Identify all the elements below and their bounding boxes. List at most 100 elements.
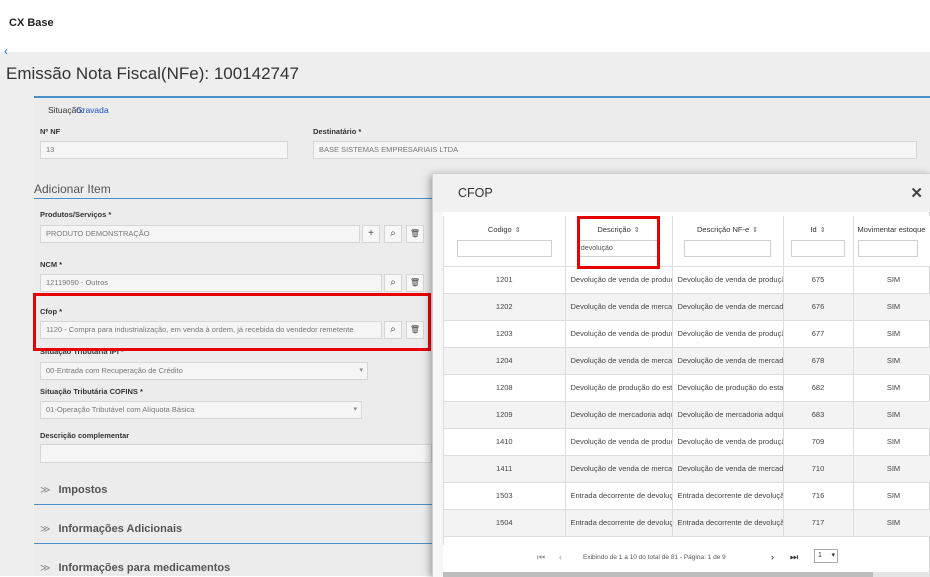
page-select[interactable]: 1 ▾ [814, 549, 838, 563]
section-informacoes-label: Informações Adicionais [58, 523, 183, 535]
adicionar-item-divider [34, 198, 432, 199]
descricao-field[interactable] [40, 444, 432, 463]
pager: ⏮ ‹ Exibindo de 1 a 10 do total de 81 - … [433, 543, 930, 573]
filter-codigo-input[interactable] [456, 240, 552, 257]
chevron-down-icon: ▾ [831, 552, 835, 559]
table-cell: 717 [783, 509, 854, 537]
table-cell: Devolução de venda de produção do estabe… [672, 266, 784, 294]
produtos-field[interactable]: PRODUTO DEMONSTRAÇÃO [40, 225, 360, 243]
table-cell: 677 [783, 320, 854, 348]
ncm-search-icon[interactable]: ⌕ [384, 274, 402, 292]
cfop-search-icon[interactable]: ⌕ [384, 321, 402, 339]
modal-title: CFOP [458, 186, 493, 200]
ipi-value: 00-Entrada com Recuperação de Crédito [46, 366, 183, 375]
table-cell: Devolução de mercadoria adquirida [565, 401, 673, 429]
table-cell: Devolução de venda de mercadoria adquiri… [672, 455, 784, 483]
app-header: CX Base [0, 0, 930, 52]
table-cell: SIM [853, 293, 930, 321]
filter-estoque-input[interactable] [857, 240, 918, 257]
section-informacoes-adicionais[interactable]: ≫ Informações Adicionais [40, 523, 182, 535]
destinatario-field[interactable]: BASE SISTEMAS EMPRESARIAIS LTDA [313, 141, 917, 159]
page-title: Emissão Nota Fiscal(NFe): 100142747 [6, 64, 299, 83]
last-page-icon[interactable]: ⏭ [790, 552, 798, 563]
table-cell: SIM [853, 509, 930, 537]
next-page-icon[interactable]: › [771, 552, 774, 562]
table-cell: SIM [853, 347, 930, 375]
close-icon[interactable]: ✕ [910, 184, 923, 202]
ncm-label: NCM * [40, 260, 63, 269]
chevron-double-down-icon: ≫ [40, 485, 51, 496]
table-cell: SIM [853, 320, 930, 348]
table-cell: 676 [783, 293, 854, 321]
table-row[interactable]: 1503Entrada decorrente de devolução de p… [444, 482, 930, 510]
ipi-label: Situação Tributária IPI * [40, 351, 124, 356]
table-row[interactable]: 1411Devolução de venda de mercadoria adq… [444, 455, 930, 483]
table-cell: Devolução de venda de mercadoria adquiri… [565, 293, 673, 321]
prev-page-icon[interactable]: ‹ [559, 552, 562, 562]
table-header-row: Codigo⇕ Descrição⇕ Descrição NF-e⇕ Id⇕ M… [444, 216, 930, 267]
cfop-modal: CFOP ✕ Codigo⇕ Descrição⇕ Descrição NF-e… [432, 173, 930, 577]
table-cell: 716 [783, 482, 854, 510]
table-cell: Devolução de venda de produção do estabe… [565, 266, 673, 294]
sort-icon[interactable]: ⇕ [634, 227, 640, 234]
table-cell: Entrada decorrente de devolução de produ… [565, 482, 673, 510]
product-search-icon[interactable]: ⌕ [384, 225, 402, 243]
col-movimentar-estoque[interactable]: Movimentar estoque [853, 216, 930, 267]
table-cell: SIM [853, 455, 930, 483]
table-cell: Devolução de venda de produção do estabe… [565, 320, 673, 348]
table-cell: 675 [783, 266, 854, 294]
sort-icon[interactable]: ⇕ [820, 227, 826, 234]
table-row[interactable]: 1202Devolução de venda de mercadoria adq… [444, 293, 930, 321]
chevron-double-down-icon: ≫ [40, 563, 51, 574]
table-cell: SIM [853, 401, 930, 429]
col-codigo[interactable]: Codigo ⇕ [444, 216, 566, 267]
table-cell: Devolução de venda de mercadoria adquiri… [565, 347, 673, 375]
cfop-trash-icon[interactable]: 🗑 [406, 321, 424, 339]
impostos-divider [34, 504, 432, 505]
sort-icon[interactable]: ⇕ [515, 227, 521, 234]
ncm-field[interactable]: 12119090 - Outros [40, 274, 382, 292]
product-trash-icon[interactable]: 🗑 [406, 225, 424, 243]
modal-header: CFOP ✕ [433, 174, 930, 212]
table-row[interactable]: 1203Devolução de venda de produção do es… [444, 320, 930, 348]
filter-descricao-nfe-input[interactable] [684, 240, 771, 257]
table-cell: 1411 [444, 455, 566, 483]
section-medicamentos[interactable]: ≫ Informações para medicamentos [40, 562, 230, 574]
table-row[interactable]: 1410Devolução de venda de produção do es… [444, 428, 930, 456]
table-cell: Devolução de venda de mercadoria adquiri… [565, 455, 673, 483]
filter-id-input[interactable] [791, 240, 845, 257]
table-row[interactable]: 1201Devolução de venda de produção do es… [444, 266, 930, 294]
col-descricao-nfe[interactable]: Descrição NF-e ⇕ [672, 216, 784, 267]
ncm-trash-icon[interactable]: 🗑 [406, 274, 424, 292]
col-id[interactable]: Id ⇕ [783, 216, 854, 267]
table-cell: Devolução de venda de mercadoria adquiri… [672, 293, 784, 321]
table-cell: SIM [853, 374, 930, 402]
sort-icon[interactable]: ⇕ [752, 227, 758, 234]
col-descricao[interactable]: Descrição ⇕ [565, 216, 673, 267]
filter-descricao-input[interactable] [576, 240, 661, 257]
table-cell: 678 [783, 347, 854, 375]
add-product-plus-icon[interactable]: + [362, 225, 380, 243]
horizontal-scrollbar[interactable] [443, 572, 930, 577]
first-page-icon[interactable]: ⏮ [537, 552, 545, 563]
table-row[interactable]: 1209Devolução de mercadoria adquiridaDev… [444, 401, 930, 429]
cofins-select[interactable]: 01-Operação Tributável com Alíquota Bási… [40, 401, 362, 419]
table-row[interactable]: 1208Devolução de produção do estabelecim… [444, 374, 930, 402]
back-icon[interactable]: ‹ [0, 44, 12, 58]
cfop-field[interactable]: 1120 - Compra para industrialização, em … [40, 321, 382, 339]
table-cell: 1209 [444, 401, 566, 429]
cfop-table: Codigo⇕ Descrição⇕ Descrição NF-e⇕ Id⇕ M… [444, 216, 930, 537]
pager-info: Exibindo de 1 a 10 do total de 81 - Pági… [583, 554, 726, 561]
scrollbar-thumb[interactable] [443, 572, 873, 577]
ipi-select[interactable]: 00-Entrada com Recuperação de Crédito ▾ [40, 362, 368, 380]
table-cell: SIM [853, 266, 930, 294]
cfop-table-body: 1201Devolução de venda de produção do es… [444, 266, 930, 537]
table-row[interactable]: 1204Devolução de venda de mercadoria adq… [444, 347, 930, 375]
section-impostos[interactable]: ≫ Impostos [40, 484, 107, 496]
table-cell: 1504 [444, 509, 566, 537]
nf-field[interactable]: 13 [40, 141, 288, 159]
app-title: CX Base [9, 17, 54, 29]
table-row[interactable]: 1504Entrada decorrente de devolução de m… [444, 509, 930, 537]
destinatario-label: Destinatário * [313, 127, 362, 136]
table-cell: 1410 [444, 428, 566, 456]
